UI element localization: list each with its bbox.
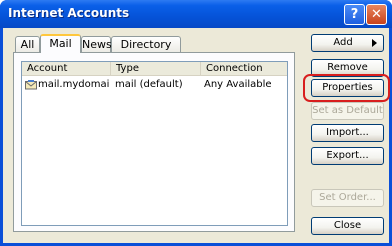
tab-mail[interactable]: Mail: [40, 34, 81, 53]
help-button[interactable]: ?: [344, 4, 365, 25]
tab-news[interactable]: News: [81, 36, 112, 52]
add-button-label: Add: [333, 37, 353, 48]
tab-all[interactable]: All: [15, 36, 40, 52]
internet-accounts-window: Internet Accounts ? ✕ All Mail News Dire…: [0, 0, 392, 246]
properties-highlight-annotation: [303, 74, 390, 102]
close-button[interactable]: Close: [311, 217, 384, 235]
import-button[interactable]: Import...: [311, 124, 384, 142]
export-button[interactable]: Export...: [311, 147, 384, 165]
list-header: Account Type Connection: [22, 62, 287, 76]
column-header-connection[interactable]: Connection: [201, 62, 287, 76]
mail-account-icon: [25, 80, 37, 90]
column-header-account[interactable]: Account: [22, 62, 111, 76]
mail-tab-panel: Account Type Connection mail.mydomain.c.…: [13, 52, 295, 232]
column-header-type[interactable]: Type: [111, 62, 201, 76]
account-connection: Any Available: [204, 79, 272, 90]
set-order-button[interactable]: Set Order...: [311, 189, 384, 207]
arrow-right-icon: [372, 39, 377, 47]
table-row[interactable]: mail.mydomain.c... mail (default) Any Av…: [22, 78, 287, 92]
dialog-client-area: All Mail News Directory Service Account …: [3, 28, 390, 243]
close-window-button[interactable]: ✕: [366, 4, 387, 25]
account-name: mail.mydomain.c...: [38, 79, 110, 90]
account-type: mail (default): [115, 79, 183, 90]
title-bar[interactable]: Internet Accounts ? ✕: [0, 0, 392, 28]
add-button[interactable]: Add: [311, 34, 384, 52]
tab-directory-service[interactable]: Directory Service: [111, 36, 181, 66]
help-icon: ?: [350, 7, 359, 22]
window-title: Internet Accounts: [8, 6, 130, 20]
accounts-list[interactable]: Account Type Connection mail.mydomain.c.…: [21, 61, 288, 226]
set-as-default-button[interactable]: Set as Default: [311, 102, 384, 120]
close-icon: ✕: [371, 7, 382, 22]
account-cell: mail.mydomain.c...: [24, 78, 110, 92]
